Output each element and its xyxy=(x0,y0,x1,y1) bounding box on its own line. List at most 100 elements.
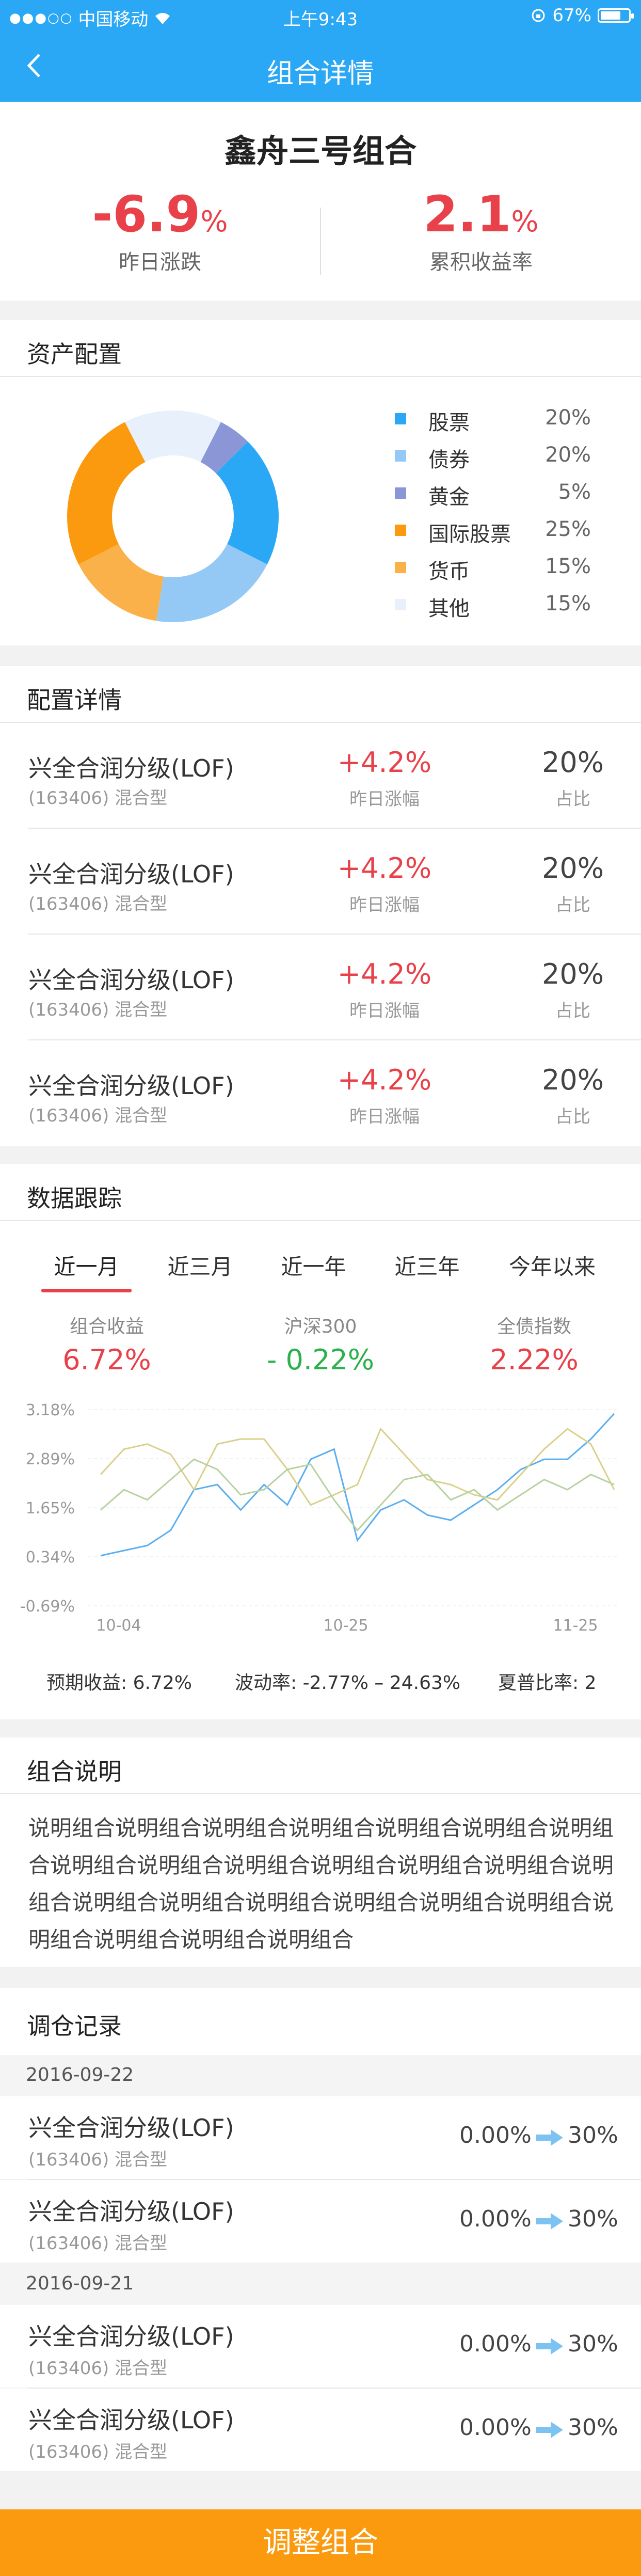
fund-name: 兴全合润分级(LOF) xyxy=(28,1072,234,1100)
legend-value: 20% xyxy=(545,406,591,430)
metric-label: 全债指数 xyxy=(496,1316,571,1337)
tab-3[interactable]: 近三年 xyxy=(382,1250,472,1281)
fund-name: 兴全合润分级(LOF) xyxy=(28,754,234,782)
arrow-right-icon xyxy=(536,2129,563,2146)
record-fund-name: 兴全合润分级(LOF) xyxy=(28,2114,234,2142)
fund-ratio: 20% xyxy=(541,1064,604,1096)
y-tick-label: 2.89% xyxy=(26,1450,75,1468)
legend-swatch xyxy=(395,562,406,573)
legend-label: 其他 xyxy=(428,597,470,621)
legend-label: 股票 xyxy=(428,411,470,435)
navbar: 组合详情 xyxy=(0,32,641,102)
fund-row[interactable]: 兴全合润分级(LOF) (163406) 混合型 +4.2% 昨日涨幅 20% … xyxy=(0,935,641,1040)
metric: 沪深300 - 0.22% xyxy=(214,1311,427,1376)
legend-item: 股票 20% xyxy=(392,403,614,435)
record-to: 30% xyxy=(568,2122,618,2148)
legend-swatch xyxy=(395,599,406,610)
record-from: 0.00% xyxy=(459,2122,532,2148)
fund-ratio-label: 占比 xyxy=(555,895,590,915)
fund-code: (163406) 混合型 xyxy=(28,1105,168,1126)
fund-row[interactable]: 兴全合润分级(LOF) (163406) 混合型 +4.2% 昨日涨幅 20% … xyxy=(0,723,641,829)
fund-name: 兴全合润分级(LOF) xyxy=(28,860,234,888)
records-section: 调仓记录 xyxy=(0,1988,641,2055)
fund-change-label: 昨日涨幅 xyxy=(349,1107,420,1127)
record-row[interactable]: 兴全合润分级(LOF) (163406) 混合型 0.00% 30% xyxy=(0,2305,641,2389)
legend-value: 15% xyxy=(545,555,591,578)
legend-item: 债券 20% xyxy=(392,440,614,472)
legend-label: 债券 xyxy=(428,448,470,472)
record-row[interactable]: 兴全合润分级(LOF) (163406) 混合型 0.00% 30% xyxy=(0,2180,641,2263)
fund-row[interactable]: 兴全合润分级(LOF) (163406) 混合型 +4.2% 昨日涨幅 20% … xyxy=(0,1040,641,1144)
fund-change-label: 昨日涨幅 xyxy=(349,895,420,915)
record-to: 30% xyxy=(568,2206,618,2232)
x-tick-label: 10-04 xyxy=(96,1617,141,1635)
fund-ratio: 20% xyxy=(541,852,604,884)
record-date: 2016-09-21 xyxy=(26,2273,134,2294)
y-tick-label: 1.65% xyxy=(26,1499,75,1518)
legend-item: 其他 15% xyxy=(392,589,614,621)
arrow-right-icon xyxy=(536,2422,563,2438)
y-tick-label: 0.34% xyxy=(26,1548,75,1567)
record-from: 0.00% xyxy=(459,2414,532,2441)
metric-label: 沪深300 xyxy=(284,1316,357,1337)
record-row[interactable]: 兴全合润分级(LOF) (163406) 混合型 0.00% 30% xyxy=(0,2096,641,2180)
metric-value: 2.22% xyxy=(490,1344,579,1376)
y-tick-label: -0.69% xyxy=(20,1598,75,1616)
legend-value: 15% xyxy=(545,592,591,615)
series-line xyxy=(100,1427,615,1506)
tab-1[interactable]: 近三月 xyxy=(155,1250,245,1281)
allocation-donut-chart xyxy=(67,410,279,622)
active-tab-indicator xyxy=(41,1289,132,1292)
section-title: 调仓记录 xyxy=(27,2012,122,2040)
yesterday-change: -6.9% 昨日涨跌 xyxy=(0,189,320,275)
yesterday-change-label: 昨日涨跌 xyxy=(119,250,201,274)
record-date-bar: 2016-09-21 xyxy=(0,2264,641,2305)
tab-0[interactable]: 近一月 xyxy=(41,1250,132,1281)
adjust-portfolio-button[interactable]: 调整组合 xyxy=(0,2509,641,2576)
section-title: 资产配置 xyxy=(27,340,122,368)
legend-label: 货币 xyxy=(428,560,470,583)
record-row[interactable]: 兴全合润分级(LOF) (163406) 混合型 0.00% 30% xyxy=(0,2389,641,2471)
record-from: 0.00% xyxy=(459,2331,532,2357)
fund-ratio: 20% xyxy=(541,746,604,779)
legend-value: 5% xyxy=(558,480,591,504)
cumulative-return: 2.1% 累积收益率 xyxy=(321,189,641,275)
legend-label: 黄金 xyxy=(428,485,470,509)
fund-code: (163406) 混合型 xyxy=(28,788,168,809)
tab-4[interactable]: 今年以来 xyxy=(495,1250,609,1281)
fund-change-label: 昨日涨幅 xyxy=(349,789,420,810)
portfolio-name: 鑫舟三号组合 xyxy=(224,132,416,170)
asset-allocation-section: 资产配置 股票 20% 债券 20% 黄金 5% 国际股票 25% 货币 15%… xyxy=(0,320,641,645)
fund-ratio: 20% xyxy=(541,958,604,990)
fund-name: 兴全合润分级(LOF) xyxy=(28,966,234,994)
fund-change: +4.2% xyxy=(337,1064,432,1096)
portfolio-header: 鑫舟三号组合 -6.9% 昨日涨跌 2.1% 累积收益率 xyxy=(0,102,641,301)
record-fund-name: 兴全合润分级(LOF) xyxy=(28,2406,234,2434)
legend-swatch xyxy=(395,525,406,536)
record-fund-name: 兴全合润分级(LOF) xyxy=(28,2322,234,2350)
record-fund-code: (163406) 混合型 xyxy=(28,2442,168,2462)
yesterday-change-unit: % xyxy=(200,205,228,239)
legend-item: 国际股票 25% xyxy=(392,514,614,546)
status-bar: ●●●○○ 中国移动 上午9:43 67% xyxy=(0,0,641,32)
rotation-lock-icon xyxy=(532,9,545,22)
battery-icon xyxy=(598,8,634,23)
config-detail-section: 配置详情 兴全合润分级(LOF) (163406) 混合型 +4.2% 昨日涨幅… xyxy=(0,666,641,1146)
tab-2[interactable]: 近一年 xyxy=(268,1250,359,1281)
legend-label: 国际股票 xyxy=(428,523,511,546)
cumulative-return-unit: % xyxy=(511,205,539,239)
fund-ratio-label: 占比 xyxy=(555,789,590,810)
description-text: 说明组合说明组合说明组合说明组合说明组合说明组合说明组合说明组合说明组合说明组合… xyxy=(28,1815,614,1952)
fund-row[interactable]: 兴全合润分级(LOF) (163406) 混合型 +4.2% 昨日涨幅 20% … xyxy=(0,829,641,935)
legend-swatch xyxy=(395,487,406,499)
metric-value: - 0.22% xyxy=(266,1344,375,1376)
expected-return: 预期收益: 6.72% xyxy=(46,1672,192,1694)
fund-ratio-label: 占比 xyxy=(555,1001,590,1021)
record-date: 2016-09-22 xyxy=(26,2064,134,2085)
cumulative-return-label: 累积收益率 xyxy=(429,250,533,274)
legend-value: 20% xyxy=(545,443,591,467)
record-fund-name: 兴全合润分级(LOF) xyxy=(28,2198,234,2225)
legend-item: 黄金 5% xyxy=(392,477,614,509)
fund-change: +4.2% xyxy=(337,852,432,884)
fund-code: (163406) 混合型 xyxy=(28,894,168,914)
